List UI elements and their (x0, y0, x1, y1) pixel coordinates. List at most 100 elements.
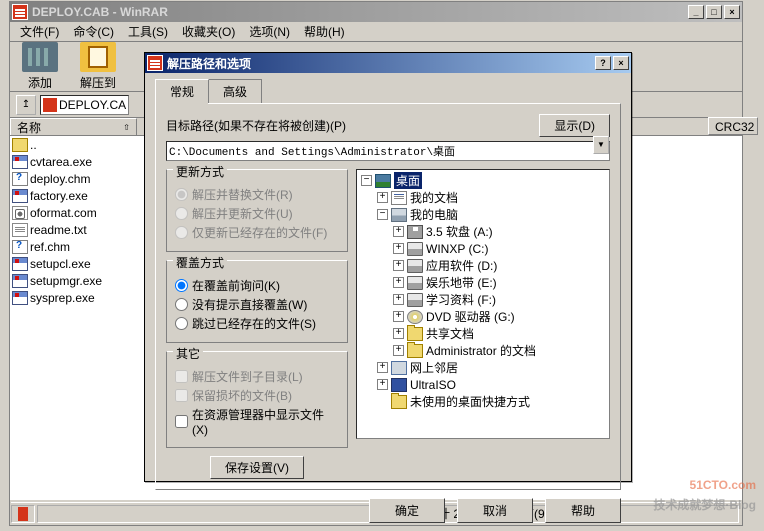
hdd-icon (407, 259, 423, 273)
folder-icon (407, 344, 423, 358)
ultraiso-icon (391, 378, 407, 392)
menu-options[interactable]: 选项(N) (243, 21, 296, 42)
minimize-button[interactable]: _ (688, 5, 704, 19)
check-show-explorer[interactable]: 在资源管理器中显示文件(X) (175, 406, 339, 437)
expand-icon[interactable]: + (377, 379, 388, 390)
exe-icon (12, 155, 28, 169)
column-name[interactable]: 名称 ⇧ (10, 118, 137, 135)
hdd-icon (407, 242, 423, 256)
extract-icon (80, 42, 116, 72)
tree-admin-docs[interactable]: +Administrator 的文档 (359, 342, 607, 359)
tree-drive-d[interactable]: +应用软件 (D:) (359, 257, 607, 274)
menubar: 文件(F) 命令(C) 工具(S) 收藏夹(O) 选项(N) 帮助(H) (10, 22, 742, 42)
radio-update-existing[interactable]: 仅更新已经存在的文件(F) (175, 224, 339, 241)
group-overwrite: 覆盖方式 在覆盖前询问(K) 没有提示直接覆盖(W) 跳过已经存在的文件(S) (166, 260, 348, 343)
expand-icon[interactable]: + (393, 243, 404, 254)
address-input[interactable]: DEPLOY.CA (40, 95, 129, 115)
tree-mycomputer[interactable]: −我的电脑 (359, 206, 607, 223)
expand-icon[interactable]: + (393, 328, 404, 339)
dialog-titlebar[interactable]: 解压路径和选项 ? × (145, 53, 631, 73)
tree-drive-e[interactable]: +娱乐地带 (E:) (359, 274, 607, 291)
expand-icon[interactable]: + (393, 277, 404, 288)
tab-advanced[interactable]: 高级 (208, 79, 262, 103)
expand-icon[interactable]: + (393, 345, 404, 356)
status-archive-icon (18, 507, 28, 521)
check-subfolder[interactable]: 解压文件到子目录(L) (175, 368, 339, 385)
tab-general[interactable]: 常规 (155, 79, 209, 103)
add-icon (22, 42, 58, 72)
tree-drive-f[interactable]: +学习资料 (F:) (359, 291, 607, 308)
computer-icon (391, 208, 407, 222)
app-icon (12, 4, 28, 20)
menu-commands[interactable]: 命令(C) (67, 21, 120, 42)
sort-arrow-icon: ⇧ (123, 123, 130, 132)
folder-icon (391, 395, 407, 409)
floppy-icon (407, 225, 423, 239)
desktop-icon (375, 174, 391, 188)
tree-floppy[interactable]: +3.5 软盘 (A:) (359, 223, 607, 240)
collapse-icon[interactable]: − (361, 175, 372, 186)
chm-icon (12, 240, 28, 254)
dialog-icon (147, 55, 163, 71)
check-keep-broken[interactable]: 保留损坏的文件(B) (175, 387, 339, 404)
expand-icon[interactable]: + (393, 294, 404, 305)
tab-panel: 目标路径(如果不存在将被创建)(P) 显示(D) ▼ 更新方式 解压并替换文件(… (155, 103, 621, 490)
tree-drive-c[interactable]: +WINXP (C:) (359, 240, 607, 257)
menu-help[interactable]: 帮助(H) (298, 21, 351, 42)
expand-icon[interactable]: + (393, 260, 404, 271)
expand-icon[interactable]: + (377, 362, 388, 373)
column-crc32[interactable]: CRC32 (708, 117, 758, 135)
tree-desktop[interactable]: −桌面 (359, 172, 607, 189)
menu-file[interactable]: 文件(F) (14, 21, 65, 42)
maximize-button[interactable]: □ (706, 5, 722, 19)
radio-extract-replace[interactable]: 解压并替换文件(R) (175, 186, 339, 203)
up-dir-button[interactable]: ↥ (16, 95, 36, 115)
tree-drive-g[interactable]: +DVD 驱动器 (G:) (359, 308, 607, 325)
radio-ask-overwrite[interactable]: 在覆盖前询问(K) (175, 277, 339, 294)
cancel-button[interactable]: 取消 (457, 498, 533, 523)
archive-icon (43, 98, 57, 112)
expand-icon[interactable]: + (393, 226, 404, 237)
path-dropdown-icon[interactable]: ▼ (593, 136, 609, 154)
ok-button[interactable]: 确定 (369, 498, 445, 523)
tree-unused[interactable]: 未使用的桌面快捷方式 (359, 393, 607, 410)
updir-icon (12, 138, 28, 152)
toolbar-extract-label: 解压到 (74, 74, 122, 91)
tree-mydocs[interactable]: +我的文档 (359, 189, 607, 206)
menu-tools[interactable]: 工具(S) (122, 21, 174, 42)
dest-path-input[interactable] (166, 141, 610, 161)
dialog-help-button[interactable]: ? (595, 56, 611, 70)
txt-icon (12, 223, 28, 237)
exe-icon (12, 274, 28, 288)
group-update: 更新方式 解压并替换文件(R) 解压并更新文件(U) 仅更新已经存在的文件(F) (166, 169, 348, 252)
toolbar-add-label: 添加 (16, 74, 64, 91)
group-misc: 其它 解压文件到子目录(L) 保留损坏的文件(B) 在资源管理器中显示文件(X) (166, 351, 348, 448)
toolbar-add[interactable]: 添加 (16, 42, 64, 91)
expand-icon[interactable]: + (393, 311, 404, 322)
menu-favorites[interactable]: 收藏夹(O) (176, 21, 241, 42)
cd-icon (407, 310, 423, 324)
tree-shared[interactable]: +共享文档 (359, 325, 607, 342)
tree-ultraiso[interactable]: +UltraISO (359, 376, 607, 393)
collapse-icon[interactable]: − (377, 209, 388, 220)
radio-extract-update[interactable]: 解压并更新文件(U) (175, 205, 339, 222)
main-titlebar[interactable]: DEPLOY.CAB - WinRAR _ □ × (10, 2, 742, 22)
expand-icon[interactable]: + (377, 192, 388, 203)
help-button[interactable]: 帮助 (545, 498, 621, 523)
dest-path-label: 目标路径(如果不存在将被创建)(P) (166, 117, 539, 134)
tree-network[interactable]: +网上邻居 (359, 359, 607, 376)
dialog-close-button[interactable]: × (613, 56, 629, 70)
address-text: DEPLOY.CA (59, 98, 126, 112)
documents-icon (391, 191, 407, 205)
toolbar-extract[interactable]: 解压到 (74, 42, 122, 91)
close-button[interactable]: × (724, 5, 740, 19)
save-settings-button[interactable]: 保存设置(V) (210, 456, 304, 479)
exe-icon (12, 291, 28, 305)
radio-overwrite-noask[interactable]: 没有提示直接覆盖(W) (175, 296, 339, 313)
display-button[interactable]: 显示(D) (539, 114, 610, 137)
radio-skip-existing[interactable]: 跳过已经存在的文件(S) (175, 315, 339, 332)
folder-tree[interactable]: −桌面 +我的文档 −我的电脑 +3.5 软盘 (A:) +WINXP (C:)… (356, 169, 610, 439)
com-icon (12, 206, 28, 220)
hdd-icon (407, 293, 423, 307)
dialog-buttons: 确定 取消 帮助 (145, 498, 631, 531)
